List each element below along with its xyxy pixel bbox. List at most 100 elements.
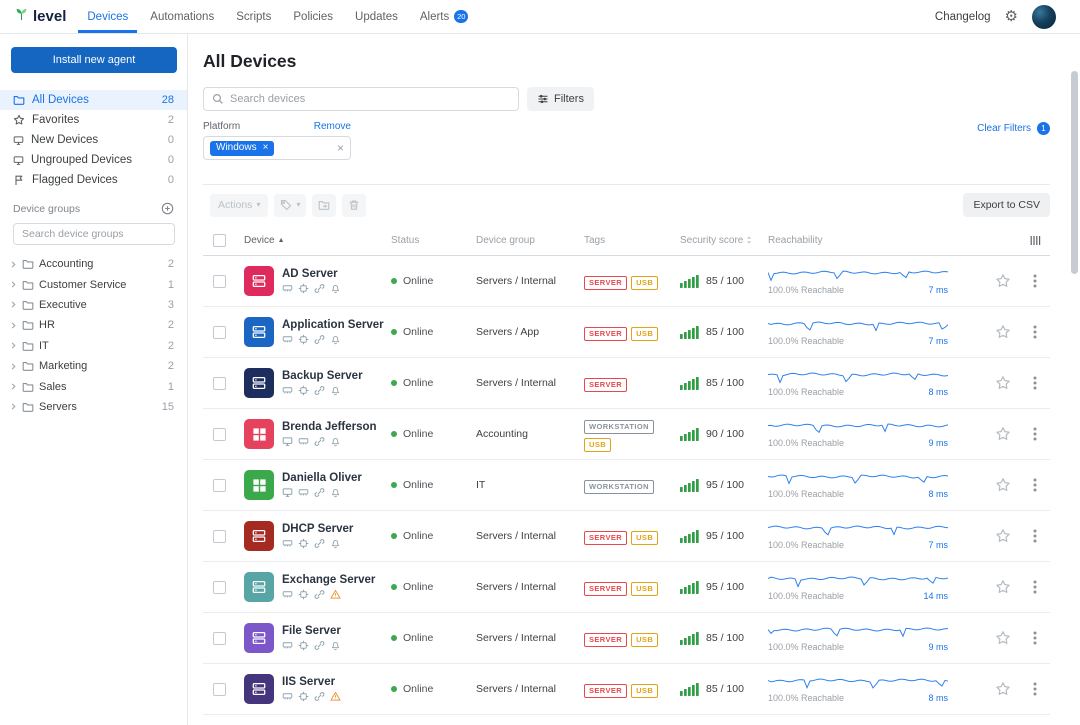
status-label: Online — [403, 377, 433, 389]
device-group-cell: IT — [476, 479, 584, 491]
column-header-reachability[interactable]: Reachability — [768, 235, 964, 246]
caret-down-icon: ▾ — [256, 201, 260, 209]
ram-icon — [282, 691, 293, 702]
changelog-link[interactable]: Changelog — [935, 11, 991, 23]
device-group-cell: Servers / Internal — [476, 275, 584, 287]
column-header-device[interactable]: Device ▲ — [244, 235, 391, 246]
device-name-link[interactable]: Exchange Server — [282, 574, 375, 586]
nav-item-policies[interactable]: Policies — [284, 0, 342, 33]
row-checkbox[interactable] — [213, 326, 226, 339]
device-name-link[interactable]: Application Server — [282, 319, 384, 331]
reachability-percent: 100.0% Reachable — [768, 642, 844, 652]
row-menu-kebab-icon[interactable] — [1033, 325, 1037, 339]
move-to-group-button[interactable] — [312, 194, 336, 217]
favorite-star-icon[interactable] — [995, 681, 1011, 697]
row-checkbox[interactable] — [213, 581, 226, 594]
column-header-tags[interactable]: Tags — [584, 235, 680, 246]
device-group-executive[interactable]: Executive3 — [0, 295, 187, 315]
platform-filter-chip[interactable]: Windows × — [210, 141, 274, 156]
group-label: Servers — [39, 401, 157, 413]
row-menu-kebab-icon[interactable] — [1033, 478, 1037, 492]
cpu-icon — [298, 640, 309, 651]
device-group-it[interactable]: IT2 — [0, 336, 187, 356]
export-csv-button[interactable]: Export to CSV — [963, 193, 1050, 217]
row-checkbox[interactable] — [213, 683, 226, 696]
device-search-input[interactable] — [230, 93, 510, 105]
row-menu-kebab-icon[interactable] — [1033, 631, 1037, 645]
device-group-sales[interactable]: Sales1 — [0, 376, 187, 396]
nav-item-alerts[interactable]: Alerts20 — [411, 0, 477, 33]
row-checkbox[interactable] — [213, 377, 226, 390]
device-name-link[interactable]: Backup Server — [282, 370, 363, 382]
sidebar-item-flagged-devices[interactable]: Flagged Devices0 — [0, 170, 187, 190]
actions-dropdown[interactable]: Actions ▾ — [210, 194, 268, 217]
folder-icon — [22, 299, 34, 311]
device-group-servers[interactable]: Servers15 — [0, 397, 187, 417]
reachability-sparkline — [768, 318, 964, 335]
row-checkbox[interactable] — [213, 479, 226, 492]
nav-item-updates[interactable]: Updates — [346, 0, 407, 33]
status-label: Online — [403, 632, 433, 644]
sidebar-item-new-devices[interactable]: New Devices0 — [0, 130, 187, 150]
column-header-status[interactable]: Status — [391, 235, 476, 246]
delete-devices-button[interactable] — [342, 194, 366, 217]
favorite-star-icon[interactable] — [995, 324, 1011, 340]
row-menu-kebab-icon[interactable] — [1033, 274, 1037, 288]
clear-filters-link[interactable]: Clear Filters — [977, 123, 1031, 134]
nav-item-automations[interactable]: Automations — [141, 0, 223, 33]
favorite-star-icon[interactable] — [995, 477, 1011, 493]
row-menu-kebab-icon[interactable] — [1033, 376, 1037, 390]
row-menu-kebab-icon[interactable] — [1033, 682, 1037, 696]
scrollbar-thumb[interactable] — [1071, 71, 1078, 274]
filter-box-clear-icon[interactable]: × — [337, 142, 344, 154]
device-name-link[interactable]: Brenda Jefferson — [282, 421, 377, 433]
chip-remove-icon[interactable]: × — [263, 143, 269, 153]
column-header-device-group[interactable]: Device group — [476, 235, 584, 246]
device-group-accounting[interactable]: Accounting2 — [0, 254, 187, 274]
sidebar-item-favorites[interactable]: Favorites2 — [0, 110, 187, 130]
settings-gear-icon[interactable]: ⚙ — [1005, 9, 1018, 24]
device-name-link[interactable]: AD Server — [282, 268, 341, 280]
favorite-star-icon[interactable] — [995, 273, 1011, 289]
install-new-agent-button[interactable]: Install new agent — [11, 47, 177, 73]
row-checkbox[interactable] — [213, 530, 226, 543]
favorite-star-icon[interactable] — [995, 579, 1011, 595]
remove-filter-link[interactable]: Remove — [314, 121, 351, 132]
column-settings-icon[interactable] — [1029, 234, 1042, 247]
device-group-hr[interactable]: HR2 — [0, 315, 187, 335]
device-name-link[interactable]: Daniella Oliver — [282, 472, 362, 484]
active-filter-count-badge: 1 — [1037, 122, 1050, 135]
device-name-link[interactable]: IIS Server — [282, 676, 341, 688]
tag-dropdown-button[interactable]: ▾ — [274, 194, 306, 217]
device-name-link[interactable]: DHCP Server — [282, 523, 353, 535]
nav-item-scripts[interactable]: Scripts — [227, 0, 280, 33]
select-all-checkbox[interactable] — [213, 234, 226, 247]
chevron-right-icon — [10, 261, 17, 268]
group-count: 2 — [168, 258, 174, 270]
device-name-link[interactable]: File Server — [282, 625, 341, 637]
row-menu-kebab-icon[interactable] — [1033, 529, 1037, 543]
row-menu-kebab-icon[interactable] — [1033, 580, 1037, 594]
app-logo[interactable]: level — [14, 0, 66, 33]
user-avatar[interactable] — [1032, 5, 1056, 29]
favorite-star-icon[interactable] — [995, 630, 1011, 646]
add-device-group-icon[interactable] — [161, 202, 174, 215]
device-group-search-input[interactable] — [13, 223, 175, 245]
sidebar-item-all-devices[interactable]: All Devices28 — [0, 90, 187, 110]
group-count: 1 — [168, 279, 174, 291]
device-group-marketing[interactable]: Marketing2 — [0, 356, 187, 376]
row-checkbox[interactable] — [213, 275, 226, 288]
device-group-customer-service[interactable]: Customer Service1 — [0, 274, 187, 294]
online-status-dot — [391, 533, 397, 539]
favorite-star-icon[interactable] — [995, 528, 1011, 544]
row-checkbox[interactable] — [213, 428, 226, 441]
row-checkbox[interactable] — [213, 632, 226, 645]
filters-button[interactable]: Filters — [527, 87, 594, 111]
favorite-star-icon[interactable] — [995, 375, 1011, 391]
column-header-security-score[interactable]: Security score — [680, 235, 768, 246]
favorite-star-icon[interactable] — [995, 426, 1011, 442]
sidebar-item-ungrouped-devices[interactable]: Ungrouped Devices0 — [0, 150, 187, 170]
row-menu-kebab-icon[interactable] — [1033, 427, 1037, 441]
nav-item-devices[interactable]: Devices — [78, 0, 137, 33]
tag-badge-usb: USB — [631, 276, 658, 290]
